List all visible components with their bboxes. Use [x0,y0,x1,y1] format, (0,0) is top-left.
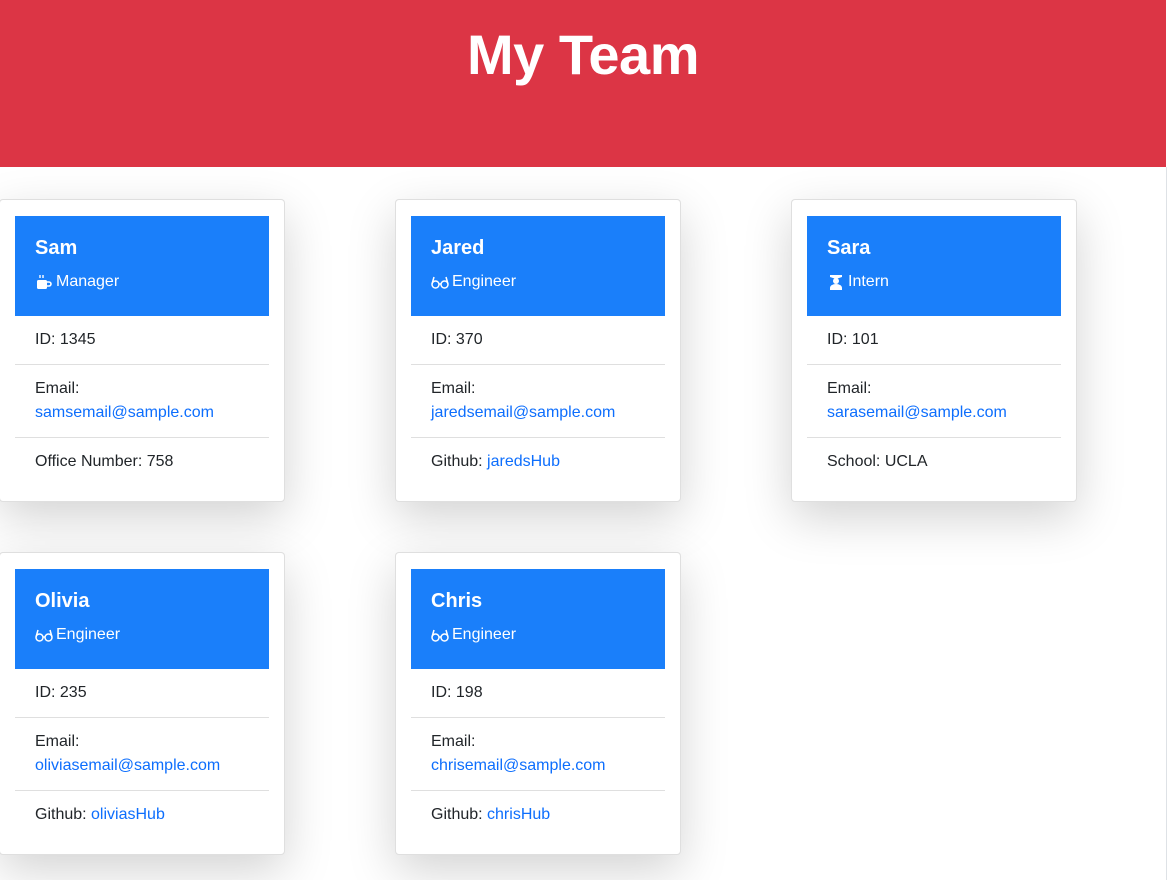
card-header: Jared Engineer [411,216,665,316]
email-item: Email: chrisemail@sample.com [411,718,665,791]
github-label: Github: [431,453,488,470]
card-header: Olivia Engineer [15,569,269,669]
email-item: Email: oliviasemail@sample.com [15,718,269,791]
employee-card: Olivia Engineer ID: 235 Email: oliviasem… [0,552,285,855]
card-header: Chris Engineer [411,569,665,669]
id-item: ID: 1345 [15,316,269,365]
graduate-icon [830,275,842,290]
email-link[interactable]: oliviasemail@sample.com [35,757,220,774]
role-label: Engineer [56,626,121,643]
email-label: Email: [431,380,476,397]
details-list: ID: 1345 Email: samsemail@sample.com Off… [15,316,269,486]
details-list: ID: 370 Email: jaredsemail@sample.com Gi… [411,316,665,486]
details-list: ID: 101 Email: sarasemail@sample.com Sch… [807,316,1061,486]
email-link[interactable]: chrisemail@sample.com [431,757,606,774]
email-item: Email: jaredsemail@sample.com [411,365,665,438]
email-link[interactable]: sarasemail@sample.com [827,404,1007,421]
email-label: Email: [35,733,80,750]
divider [1166,167,1167,880]
details-list: ID: 235 Email: oliviasemail@sample.com G… [15,669,269,839]
card-header: Sam Manager [15,216,269,316]
employee-name: Sara [827,237,871,259]
email-link[interactable]: samsemail@sample.com [35,404,214,421]
employee-card: Sam Manager ID: 1345 Email: samsemail@sa… [0,199,285,502]
id-item: ID: 235 [15,669,269,718]
employee-role: Manager [35,272,249,292]
github-link[interactable]: jaredsHub [487,453,560,470]
email-item: Email: sarasemail@sample.com [807,365,1061,438]
glasses-icon [431,276,449,289]
email-label: Email: [35,380,80,397]
github-label: Github: [35,806,92,823]
role-label: Engineer [452,626,517,643]
school-label: School: UCLA [827,453,928,470]
id-item: ID: 101 [807,316,1061,365]
id-item: ID: 198 [411,669,665,718]
employee-role: Intern [827,272,1041,292]
github-label: Github: [431,806,488,823]
employee-role: Engineer [431,272,645,292]
role-label: Manager [56,273,120,290]
card-header: Sara Intern [807,216,1061,316]
school-item: School: UCLA [807,438,1061,486]
role-label: Intern [848,273,889,290]
office-number-label: Office Number: 758 [35,453,174,470]
office-number-item: Office Number: 758 [15,438,269,486]
employee-name: Chris [431,590,483,612]
employee-card: Sara Intern ID: 101 Email: sarasemail@sa… [791,199,1077,502]
employee-card: Chris Engineer ID: 198 Email: chrisemail… [395,552,681,855]
employee-name: Olivia [35,590,90,612]
email-label: Email: [827,380,872,397]
page-header: My Team [0,0,1166,167]
github-link[interactable]: oliviasHub [91,806,165,823]
id-item: ID: 370 [411,316,665,365]
email-link[interactable]: jaredsemail@sample.com [431,404,615,421]
github-link[interactable]: chrisHub [487,806,550,823]
glasses-icon [35,629,53,642]
github-item: Github: oliviasHub [15,791,269,839]
role-label: Engineer [452,273,517,290]
coffee-mug-icon [37,275,52,289]
github-item: Github: chrisHub [411,791,665,839]
github-item: Github: jaredsHub [411,438,665,486]
employee-role: Engineer [35,625,249,645]
employee-name: Sam [35,237,78,259]
employee-card: Jared Engineer ID: 370 Email: jaredsemai… [395,199,681,502]
employee-role: Engineer [431,625,645,645]
employee-name: Jared [431,237,485,259]
details-list: ID: 198 Email: chrisemail@sample.com Git… [411,669,665,839]
email-item: Email: samsemail@sample.com [15,365,269,438]
glasses-icon [431,629,449,642]
email-label: Email: [431,733,476,750]
page-title: My Team [467,23,699,86]
